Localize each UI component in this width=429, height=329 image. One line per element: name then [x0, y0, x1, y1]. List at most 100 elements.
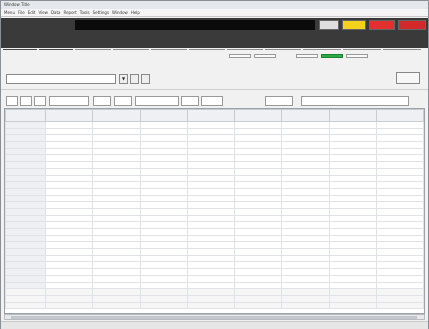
table-cell[interactable] [233, 288, 283, 296]
table-cell[interactable] [281, 261, 330, 270]
table-cell[interactable] [186, 181, 236, 189]
table-cell[interactable] [375, 181, 424, 189]
table-cell[interactable] [44, 274, 94, 283]
table-row[interactable] [5, 187, 424, 196]
table-cell[interactable] [44, 288, 94, 296]
table-cell[interactable] [44, 141, 94, 149]
table-cell[interactable] [328, 207, 377, 216]
table-row[interactable] [5, 248, 424, 256]
table-total-row[interactable] [5, 294, 424, 303]
table-cell[interactable] [139, 174, 188, 183]
table-cell[interactable] [139, 154, 188, 163]
table-cell[interactable] [281, 207, 330, 216]
table-cell[interactable] [44, 207, 94, 216]
table-cell[interactable] [92, 248, 141, 256]
table-cell[interactable] [281, 127, 330, 136]
column-header[interactable] [281, 109, 330, 122]
table-row[interactable] [5, 167, 424, 176]
table-cell[interactable] [92, 274, 141, 283]
menu-item[interactable]: Window [112, 10, 128, 15]
table-cell[interactable] [233, 201, 283, 209]
table-cell[interactable] [328, 154, 377, 163]
table-cell[interactable] [139, 254, 188, 263]
table-cell[interactable] [44, 181, 94, 189]
table-cell[interactable] [281, 134, 330, 143]
table-total-row[interactable] [5, 301, 424, 310]
table-cell[interactable] [44, 294, 94, 303]
table-cell[interactable] [375, 234, 424, 243]
table-cell[interactable] [328, 234, 377, 243]
table-row[interactable] [5, 281, 424, 290]
table-cell[interactable] [44, 214, 94, 223]
filter-select[interactable] [6, 74, 116, 84]
table-cell[interactable] [186, 154, 236, 163]
table-cell[interactable] [44, 161, 94, 169]
table-cell[interactable] [281, 167, 330, 176]
table-cell[interactable] [375, 214, 424, 223]
table-cell[interactable] [328, 301, 377, 310]
table-cell[interactable] [186, 228, 236, 236]
table-cell[interactable] [139, 268, 188, 276]
table-cell[interactable] [186, 161, 236, 169]
filter-small-button[interactable] [141, 74, 150, 84]
table-cell[interactable] [328, 141, 377, 149]
table-cell[interactable] [44, 228, 94, 236]
table-cell[interactable] [375, 248, 424, 256]
table-cell[interactable] [233, 194, 283, 203]
table-cell[interactable] [44, 301, 94, 310]
table-cell[interactable] [233, 181, 283, 189]
table-cell[interactable] [233, 121, 283, 129]
table-row[interactable] [5, 154, 424, 163]
table-cell[interactable] [233, 294, 283, 303]
table-cell[interactable] [139, 294, 188, 303]
table-cell[interactable] [328, 161, 377, 169]
table-cell[interactable] [139, 187, 188, 196]
table-cell[interactable] [233, 301, 283, 310]
table-cell[interactable] [44, 261, 94, 270]
table-cell[interactable] [375, 194, 424, 203]
table-row[interactable] [5, 134, 424, 143]
table-cell[interactable] [233, 261, 283, 270]
table-cell[interactable] [92, 181, 141, 189]
column-header[interactable] [328, 109, 377, 122]
scrollbar-thumb[interactable] [11, 316, 417, 319]
table-row[interactable] [5, 261, 424, 270]
table-row[interactable] [5, 254, 424, 263]
table-cell[interactable] [186, 167, 236, 176]
table-cell[interactable] [92, 154, 141, 163]
table-cell[interactable] [281, 234, 330, 243]
table-cell[interactable] [233, 174, 283, 183]
table-cell[interactable] [92, 147, 141, 156]
table-cell[interactable] [281, 228, 330, 236]
option-button[interactable] [34, 96, 46, 106]
table-cell[interactable] [328, 288, 377, 296]
table-cell[interactable] [328, 134, 377, 143]
table-cell[interactable] [92, 121, 141, 129]
table-cell[interactable] [92, 127, 141, 136]
option-field[interactable] [114, 96, 132, 106]
table-cell[interactable] [92, 214, 141, 223]
table-cell[interactable] [139, 221, 188, 229]
table-cell[interactable] [139, 141, 188, 149]
table-cell[interactable] [186, 241, 236, 250]
table-cell[interactable] [92, 301, 141, 310]
table-cell[interactable] [139, 214, 188, 223]
table-cell[interactable] [92, 288, 141, 296]
table-row[interactable] [5, 234, 424, 243]
menu-item[interactable]: Report [64, 10, 77, 15]
table-cell[interactable] [375, 141, 424, 149]
table-cell[interactable] [375, 161, 424, 169]
table-cell[interactable] [186, 221, 236, 229]
table-cell[interactable] [328, 221, 377, 229]
table-cell[interactable] [233, 147, 283, 156]
table-cell[interactable] [233, 134, 283, 143]
option-button[interactable] [181, 96, 199, 106]
table-cell[interactable] [92, 167, 141, 176]
table-cell[interactable] [233, 161, 283, 169]
table-cell[interactable] [281, 161, 330, 169]
table-cell[interactable] [233, 234, 283, 243]
table-cell[interactable] [328, 194, 377, 203]
table-cell[interactable] [92, 194, 141, 203]
table-cell[interactable] [92, 281, 141, 290]
table-cell[interactable] [139, 228, 188, 236]
